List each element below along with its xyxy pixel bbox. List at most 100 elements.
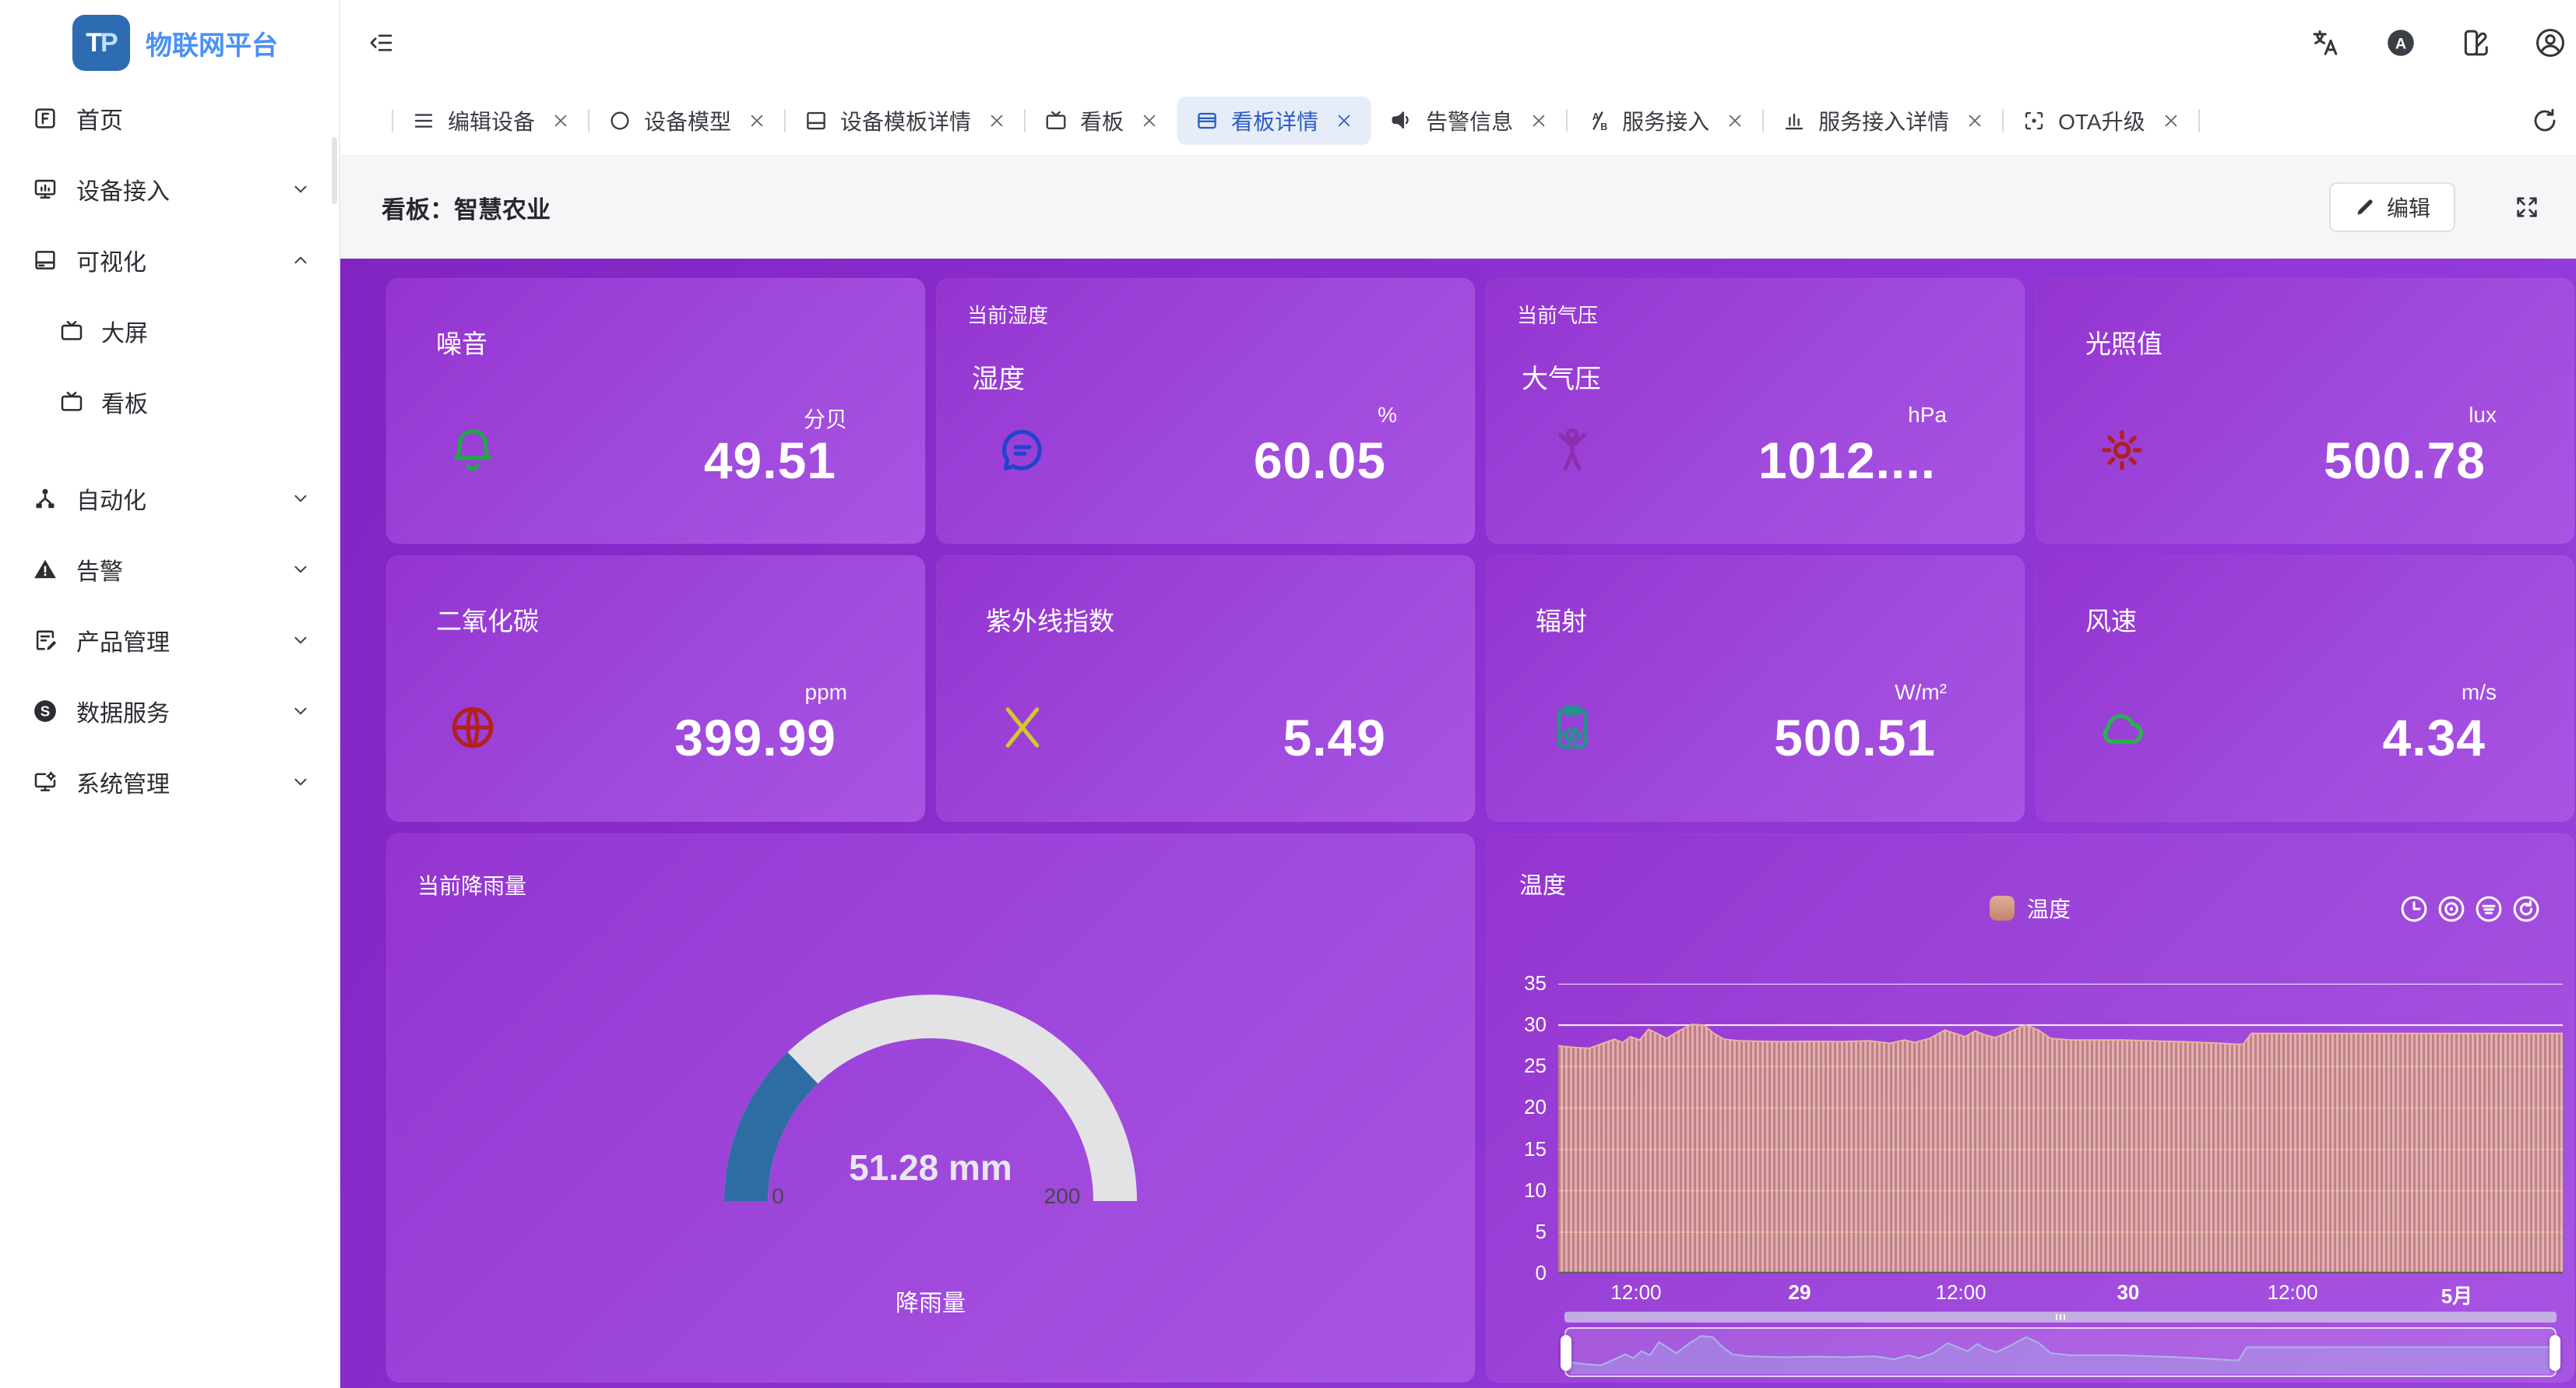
data-view-icon[interactable] — [2474, 894, 2504, 924]
tab-ota-upgrade[interactable]: OTA升级 — [2004, 97, 2198, 145]
sidebar-item-visualization[interactable]: 可视化 — [0, 224, 339, 295]
tab-device-model[interactable]: 设备模型 — [589, 97, 784, 145]
tab-device-template-detail[interactable]: 设备模板详情 — [786, 97, 1024, 145]
tab-service-access[interactable]: AB 服务接入 — [1568, 97, 1762, 145]
datazoom-minibar[interactable] — [1564, 1312, 2557, 1323]
sidebar-item-device-access[interactable]: 设备接入 — [0, 153, 339, 224]
list-icon — [412, 109, 435, 132]
datazoom-right-handle[interactable] — [2550, 1335, 2560, 1371]
chart-toolbox — [2399, 894, 2541, 924]
close-icon[interactable] — [1141, 112, 1158, 129]
close-icon[interactable] — [1726, 112, 1744, 129]
chevron-down-icon — [290, 630, 311, 650]
close-icon[interactable] — [1336, 112, 1353, 129]
gear-flower-icon — [2096, 425, 2148, 476]
close-icon[interactable] — [1966, 112, 1983, 129]
brand-logo-icon: TP — [72, 15, 130, 71]
x-tick-label: 12:00 — [1582, 1281, 1691, 1305]
stat-card-uv[interactable]: 紫外线指数 5.49 — [936, 555, 1475, 822]
dashboard-canvas: 噪音 分贝 49.51 当前湿度 湿度 % 60.05 当前气压 大气压 hPa… — [340, 259, 2576, 1388]
gauge-axis-label: 降雨量 — [386, 1284, 1475, 1318]
stat-card-humidity[interactable]: 当前湿度 湿度 % 60.05 — [936, 278, 1475, 544]
theme-palette-icon[interactable] — [2461, 28, 2490, 58]
stat-card-noise[interactable]: 噪音 分贝 49.51 — [386, 278, 925, 544]
person-icon — [1547, 425, 1598, 476]
stat-value-block: 分贝 49.51 — [704, 403, 847, 488]
temperature-area-chart[interactable] — [1558, 984, 2563, 1274]
font-size-badge-icon[interactable]: A — [2386, 28, 2416, 58]
sidebar-item-label: 告警 — [76, 552, 123, 587]
model-ring-icon — [608, 109, 632, 132]
sidebar-item-alert[interactable]: 告警 — [0, 534, 339, 604]
chart-card-temperature[interactable]: 温度 温度 — [1486, 833, 2574, 1383]
tab-service-access-detail[interactable]: 服务接入详情 — [1764, 97, 2002, 145]
globe-icon — [447, 702, 498, 753]
sidebar-item-product-management[interactable]: 产品管理 — [0, 604, 339, 675]
megaphone-icon — [1390, 109, 1413, 132]
sidebar-item-home[interactable]: 首页 — [0, 83, 339, 153]
warning-triangle-icon — [33, 557, 58, 582]
tab-dashboard[interactable]: 看板 — [1026, 97, 1177, 145]
y-tick-label: 30 — [1486, 1013, 1547, 1037]
datazoom-slider[interactable] — [1564, 1327, 2557, 1377]
close-icon[interactable] — [988, 112, 1005, 129]
translate-icon[interactable] — [2311, 28, 2341, 58]
stat-card-light[interactable]: 光照值 lux 500.78 — [2036, 278, 2574, 544]
chevron-down-icon — [290, 701, 311, 721]
x-tick-label: 12:00 — [2238, 1281, 2347, 1305]
tv-icon — [1044, 109, 1068, 132]
stat-value-block: W/m² 500.51 — [1774, 680, 1947, 765]
sidebar-item-system-management[interactable]: 系统管理 — [0, 746, 339, 817]
fullscreen-icon[interactable] — [2514, 194, 2540, 220]
stat-title: 辐射 — [1536, 601, 1587, 638]
sidebar-item-big-screen[interactable]: 大屏 — [0, 295, 339, 366]
close-icon[interactable] — [2163, 112, 2180, 129]
sidebar-item-data-service[interactable]: S 数据服务 — [0, 675, 339, 746]
refresh-tabs-icon[interactable] — [2531, 107, 2559, 135]
sidebar-item-label: 首页 — [76, 101, 123, 136]
datazoom-left-handle[interactable] — [1561, 1335, 1571, 1371]
collapse-sidebar-icon[interactable] — [368, 30, 395, 56]
tab-label: 服务接入 — [1622, 105, 1709, 136]
brand-title: 物联网平台 — [146, 24, 278, 62]
refresh-chart-icon[interactable] — [2511, 894, 2541, 924]
gauge-card-rainfall[interactable]: 当前降雨量 51.28 mm 0 200 降雨量 — [386, 833, 1475, 1383]
tab-bar: 编辑设备 设备模型 设备模板详情 看板 看板详情 告警信息 — [340, 86, 2576, 156]
sidebar-item-automation[interactable]: 自动化 — [0, 463, 339, 534]
time-range-icon[interactable] — [2399, 894, 2429, 924]
sidebar-item-label: 系统管理 — [76, 765, 170, 799]
stat-value-block: ppm 399.99 — [674, 680, 847, 765]
close-icon[interactable] — [748, 112, 765, 129]
sidebar-item-dashboard[interactable]: 看板 — [0, 366, 339, 437]
iot-platform-app: TP 物联网平台 首页 设备接入 可视化 大屏 — [0, 0, 2576, 1388]
sidebar-scrollbar[interactable] — [332, 137, 337, 204]
stat-title: 噪音 — [436, 323, 487, 361]
x-icon — [997, 702, 1048, 753]
tab-alert-info[interactable]: 告警信息 — [1371, 97, 1566, 145]
brand[interactable]: TP 物联网平台 — [0, 0, 339, 75]
stat-value: 399.99 — [674, 711, 836, 765]
stat-card-wind[interactable]: 风速 m/s 4.34 — [2036, 555, 2574, 822]
x-tick-label: 30 — [2074, 1281, 2183, 1305]
stat-card-pressure[interactable]: 当前气压 大气压 hPa 1012.... — [1486, 278, 2025, 544]
restore-target-icon[interactable] — [2437, 894, 2466, 924]
close-icon[interactable] — [552, 112, 569, 129]
stat-value: 4.34 — [2383, 711, 2486, 765]
gauge-min-label: 0 — [751, 1184, 805, 1209]
legend-swatch — [1990, 896, 2015, 921]
tab-dashboard-detail[interactable]: 看板详情 — [1177, 97, 1371, 145]
stat-card-radiation[interactable]: 辐射 W/m² 500.51 — [1486, 555, 2025, 822]
stat-card-co2[interactable]: 二氧化碳 ppm 399.99 — [386, 555, 925, 822]
tab-label: OTA升级 — [2058, 105, 2145, 136]
stat-unit: m/s — [2462, 680, 2497, 708]
user-avatar-icon[interactable] — [2536, 28, 2565, 58]
tab-edit-device[interactable]: 编辑设备 — [393, 97, 588, 145]
edit-button[interactable]: 编辑 — [2329, 182, 2455, 232]
stat-value: 500.51 — [1774, 711, 1936, 765]
tab-separator — [2198, 109, 2200, 132]
stat-value-block: lux 500.78 — [2324, 403, 2497, 488]
y-tick-label: 5 — [1486, 1220, 1547, 1244]
stat-title: 湿度 — [972, 358, 1025, 396]
close-icon[interactable] — [1530, 112, 1547, 129]
datazoom-grip-icon[interactable] — [2056, 1314, 2065, 1320]
